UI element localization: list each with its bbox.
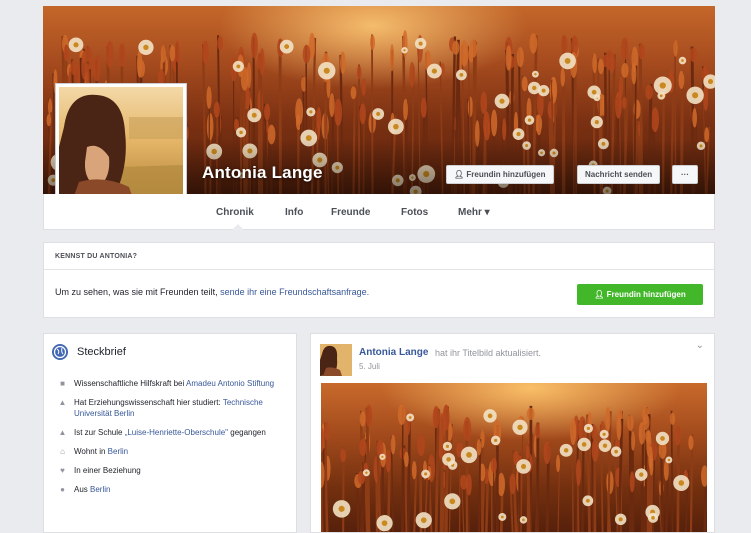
user-plus-icon: 👤︎ (454, 170, 466, 179)
intro-text: Ist zur Schule (74, 428, 125, 437)
globe-icon (52, 344, 68, 360)
intro-text: Wissenschaftliche Hilfskraft bei (74, 379, 186, 388)
active-tab-indicator (232, 224, 244, 230)
more-options-button[interactable]: ··· (672, 165, 698, 184)
post-date[interactable]: 5. Juli (359, 362, 380, 371)
send-friend-request-link[interactable]: sende ihr eine Freundschaftsanfrage. (220, 287, 369, 297)
intro-item-study: ▲ Hat Erziehungswissenschaft hier studie… (58, 397, 283, 419)
intro-item-work: ■ Wissenschaftliche Hilfskraft bei Amade… (58, 378, 283, 389)
timeline-post: Antonia Lange hat ihr Titelbild aktualis… (310, 333, 715, 533)
add-friend-label: Freundin hinzufügen (466, 170, 545, 179)
intro-link[interactable]: „Luise-Henriette-Oberschule" (125, 428, 228, 437)
tab-fotos[interactable]: Fotos (401, 207, 428, 218)
briefcase-icon: ■ (58, 379, 67, 388)
intro-link[interactable]: Berlin (108, 447, 128, 456)
tab-info[interactable]: Info (285, 207, 303, 218)
tab-chronik[interactable]: Chronik (216, 207, 254, 218)
add-friend-green-button[interactable]: 👤︎ Freundin hinzufügen (577, 284, 703, 305)
add-friend-green-label: Freundin hinzufügen (607, 290, 686, 299)
intro-text: Hat Erziehungswissenschaft hier studiert… (74, 398, 223, 407)
intro-item-home: ⌂ Wohnt in Berlin (58, 446, 283, 457)
post-action-text: hat ihr Titelbild aktualisiert. (435, 348, 541, 358)
profile-tabs: Chronik Info Freunde Fotos Mehr ▾ (43, 194, 715, 230)
intro-title: Steckbrief (77, 346, 126, 358)
graduation-cap-icon: ▲ (58, 398, 67, 407)
know-box-title: KENNST DU ANTONIA? (55, 253, 137, 260)
post-author-name[interactable]: Antonia Lange (359, 347, 428, 358)
intro-suffix: gegangen (228, 428, 266, 437)
profile-photo-image (59, 87, 183, 210)
intro-item-relationship: ♥ In einer Beziehung (58, 465, 283, 476)
intro-card: Steckbrief ■ Wissenschaftliche Hilfskraf… (43, 333, 297, 533)
post-flower-field (321, 383, 707, 533)
user-plus-icon: 👤︎ (594, 290, 606, 299)
intro-item-school: ▲ Ist zur Schule „Luise-Henriette-Obersc… (58, 427, 283, 438)
school-icon: ▲ (58, 428, 67, 437)
chevron-down-icon[interactable]: ⌄ (696, 340, 704, 351)
tab-freunde[interactable]: Freunde (331, 207, 370, 218)
tab-mehr[interactable]: Mehr ▾ (458, 207, 490, 218)
heart-icon: ♥ (58, 466, 67, 475)
intro-list: ■ Wissenschaftliche Hilfskraft bei Amade… (58, 378, 283, 503)
post-cover-image[interactable] (321, 383, 707, 533)
post-author-avatar[interactable] (320, 344, 352, 376)
intro-link[interactable]: Amadeu Antonio Stiftung (186, 379, 274, 388)
intro-text: Aus (74, 485, 90, 494)
intro-link[interactable]: Berlin (90, 485, 110, 494)
intro-text: In einer Beziehung (74, 466, 141, 475)
add-friend-button[interactable]: 👤︎ Freundin hinzufügen (446, 165, 554, 184)
intro-item-origin: ● Aus Berlin (58, 484, 283, 495)
location-pin-icon: ● (58, 485, 67, 494)
send-message-button[interactable]: Nachricht senden (577, 165, 660, 184)
know-person-box: KENNST DU ANTONIA? Um zu sehen, was sie … (43, 242, 715, 318)
divider (44, 269, 714, 270)
intro-text: Wohnt in (74, 447, 108, 456)
profile-name[interactable]: Antonia Lange (202, 163, 323, 183)
know-box-message: Um zu sehen, was sie mit Freunden teilt, (55, 287, 220, 297)
know-box-text: Um zu sehen, was sie mit Freunden teilt,… (55, 287, 369, 297)
home-icon: ⌂ (58, 447, 67, 456)
